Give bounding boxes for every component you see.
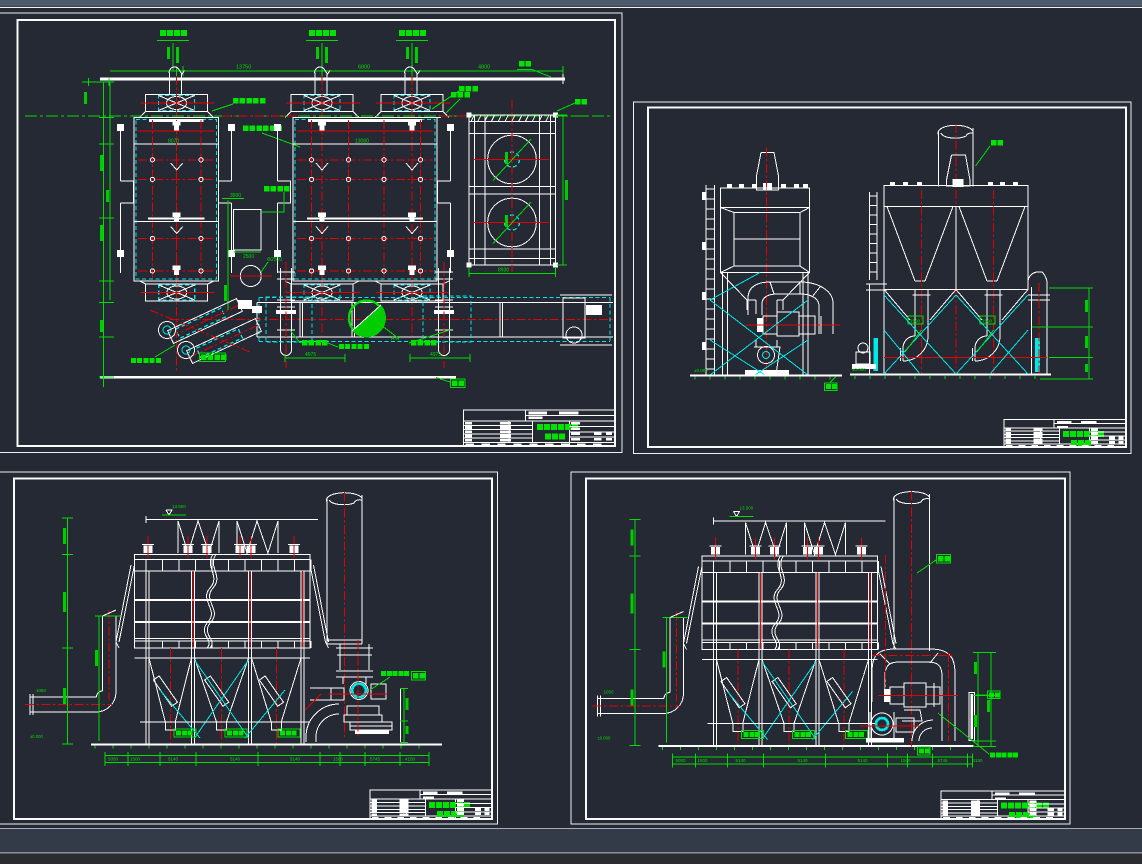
svg-text:3500: 3500 [230,193,241,199]
svg-text:6800: 6800 [358,65,370,71]
svg-text:5050: 5050 [108,757,119,762]
svg-text:2500: 2500 [243,254,254,260]
svg-text:13.500: 13.500 [172,504,186,509]
svg-text:5140: 5140 [290,757,301,762]
svg-text:4975: 4975 [430,352,441,358]
svg-text:±0.000: ±0.000 [30,734,43,739]
svg-text:5745: 5745 [370,757,381,762]
svg-text:13080: 13080 [355,139,369,145]
svg-text:5745: 5745 [938,758,949,763]
svg-text:5140: 5140 [168,757,179,762]
svg-text:5140: 5140 [230,757,241,762]
svg-text:4800: 4800 [478,65,490,71]
svg-text:13.500: 13.500 [740,506,754,511]
svg-text:±0.000: ±0.000 [598,736,611,741]
svg-text:Φ2500: Φ2500 [267,257,282,263]
svg-text:4150: 4150 [973,758,984,763]
svg-text:1500: 1500 [982,319,993,324]
svg-text:1500: 1500 [901,758,912,763]
svg-text:1500: 1500 [333,757,344,762]
svg-text:5050: 5050 [676,758,687,763]
svg-text:4975: 4975 [305,352,316,358]
svg-text:1050: 1050 [36,688,47,693]
svg-text:1500: 1500 [698,758,709,763]
svg-text:1500: 1500 [130,757,141,762]
svg-text:A-A: A-A [391,336,400,342]
svg-text:1500: 1500 [910,319,921,324]
svg-text:5140: 5140 [798,758,809,763]
svg-text:5140: 5140 [858,758,869,763]
svg-text:8070: 8070 [168,139,179,145]
svg-text:4150: 4150 [405,757,416,762]
svg-text:5140: 5140 [736,758,747,763]
svg-text:±0.000: ±0.000 [852,367,866,372]
svg-text:±0.000: ±0.000 [694,368,708,373]
svg-text:13750: 13750 [236,65,251,71]
svg-text:1050: 1050 [604,690,615,695]
svg-text:8930: 8930 [498,268,509,274]
